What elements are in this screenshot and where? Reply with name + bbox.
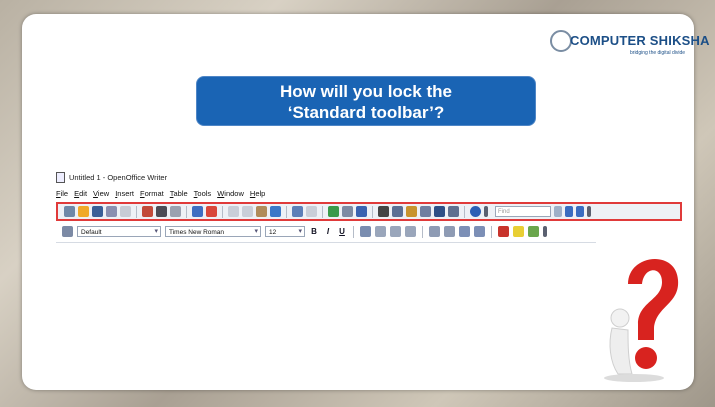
justify-icon[interactable] [405, 226, 416, 237]
toolbar-separator [422, 225, 423, 238]
decrease-indent-icon[interactable] [474, 226, 485, 237]
toolbar-separator [136, 205, 137, 218]
redo-icon[interactable] [306, 206, 317, 217]
window-title: Untitled 1 - OpenOffice Writer [69, 173, 168, 182]
align-right-icon[interactable] [390, 226, 401, 237]
menu-help[interactable]: Help [250, 189, 265, 198]
edit-file-icon[interactable] [120, 206, 131, 217]
toolbar-separator [186, 205, 187, 218]
print-preview-icon[interactable] [170, 206, 181, 217]
find-next-icon[interactable] [565, 206, 573, 217]
toolbar-separator [372, 205, 373, 218]
show-draw-functions-icon[interactable] [356, 206, 367, 217]
menu-file[interactable]: File [56, 189, 68, 198]
toolbar-separator [464, 205, 465, 218]
bold-button[interactable]: B [309, 227, 319, 236]
print-icon[interactable] [156, 206, 167, 217]
menu-insert[interactable]: Insert [115, 189, 134, 198]
document-icon [56, 172, 65, 183]
logo-globe-icon [550, 30, 572, 52]
data-sources-icon[interactable] [420, 206, 431, 217]
menu-table[interactable]: Table [170, 189, 188, 198]
find-toolbar-options-icon[interactable] [587, 206, 591, 217]
menu-bar: File Edit View Insert Format Table Tools… [56, 189, 265, 198]
openoffice-writer-window: Untitled 1 - OpenOffice Writer File Edit… [56, 172, 682, 262]
thinking-figure-question-mark-icon [604, 259, 679, 382]
nonprinting-characters-icon[interactable] [434, 206, 445, 217]
copy-icon[interactable] [242, 206, 253, 217]
company-logo: COMPUTER SHIKSHA bridging the digital di… [548, 28, 710, 66]
logo-name: COMPUTER SHIKSHA [570, 33, 710, 48]
italic-button[interactable]: I [323, 227, 333, 236]
toolbar-separator [286, 205, 287, 218]
menu-format[interactable]: Format [140, 189, 164, 198]
toolbar-separator [322, 205, 323, 218]
save-icon[interactable] [92, 206, 103, 217]
menu-view[interactable]: View [93, 189, 109, 198]
find-previous-icon[interactable] [576, 206, 584, 217]
find-input[interactable]: Find [495, 206, 551, 217]
question-line-1: How will you lock the [280, 82, 452, 101]
ruler-line [56, 242, 596, 243]
cut-icon[interactable] [228, 206, 239, 217]
window-title-bar: Untitled 1 - OpenOffice Writer [56, 172, 167, 183]
zoom-icon[interactable] [448, 206, 459, 217]
align-center-icon[interactable] [375, 226, 386, 237]
navigator-icon[interactable] [392, 206, 403, 217]
menu-edit[interactable]: Edit [74, 189, 87, 198]
increase-indent-icon[interactable] [459, 226, 470, 237]
find-replace-icon[interactable] [378, 206, 389, 217]
find-dropdown-icon[interactable] [554, 206, 562, 217]
background-color-icon[interactable] [528, 226, 539, 237]
paste-icon[interactable] [256, 206, 267, 217]
autospellcheck-icon[interactable] [206, 206, 217, 217]
toolbar-separator [491, 225, 492, 238]
paragraph-style-select[interactable]: Default [77, 226, 161, 237]
font-size-select[interactable]: 12 [265, 226, 305, 237]
underline-button[interactable]: U [337, 227, 347, 236]
standard-toolbar: Find [56, 202, 682, 221]
bullets-icon[interactable] [444, 226, 455, 237]
question-banner: How will you lock the ‘Standard toolbar’… [196, 76, 536, 126]
styles-formatting-icon[interactable] [62, 226, 73, 237]
font-color-icon[interactable] [498, 226, 509, 237]
font-name-select[interactable]: Times New Roman [165, 226, 261, 237]
question-line-2: ‘Standard toolbar’? [287, 103, 445, 122]
help-icon[interactable] [470, 206, 481, 217]
slide: COMPUTER SHIKSHA bridging the digital di… [22, 14, 710, 390]
format-paintbrush-icon[interactable] [270, 206, 281, 217]
logo-tagline: bridging the digital divide [630, 50, 686, 56]
toolbar-separator [353, 225, 354, 238]
toolbar-options-icon[interactable] [484, 206, 488, 217]
formatting-toolbar: Default Times New Roman 12 B I U [56, 224, 602, 239]
undo-icon[interactable] [292, 206, 303, 217]
numbering-icon[interactable] [429, 226, 440, 237]
open-template-icon[interactable] [78, 206, 89, 217]
toolbar-separator [222, 205, 223, 218]
gallery-icon[interactable] [406, 206, 417, 217]
menu-window[interactable]: Window [217, 189, 244, 198]
hyperlink-icon[interactable] [328, 206, 339, 217]
table-icon[interactable] [342, 206, 353, 217]
highlighting-icon[interactable] [513, 226, 524, 237]
formatting-toolbar-options-icon[interactable] [543, 226, 547, 237]
align-left-icon[interactable] [360, 226, 371, 237]
spellcheck-icon[interactable] [192, 206, 203, 217]
new-document-icon[interactable] [64, 206, 75, 217]
email-icon[interactable] [106, 206, 117, 217]
export-pdf-icon[interactable] [142, 206, 153, 217]
menu-tools[interactable]: Tools [194, 189, 212, 198]
